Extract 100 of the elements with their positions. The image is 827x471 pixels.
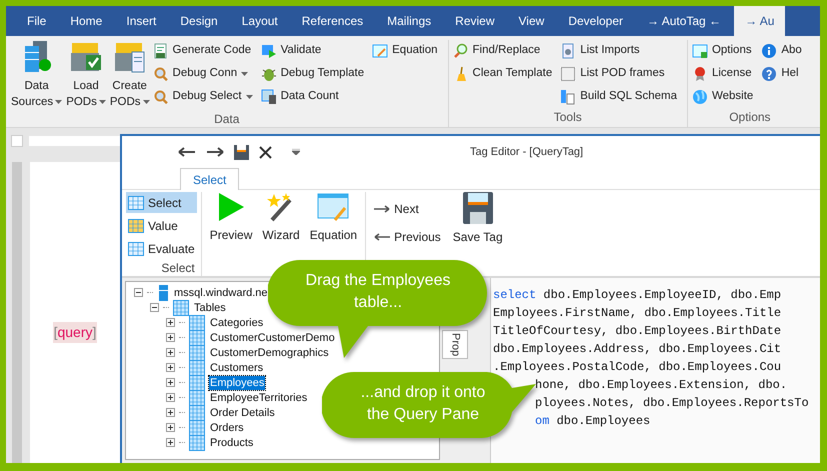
bug-icon	[260, 66, 277, 82]
expand-icon[interactable]	[166, 363, 175, 372]
code-line: TitleOfCourtesy, dbo.Employees.BirthDate	[493, 323, 782, 340]
back-arrow-icon[interactable]	[178, 147, 196, 157]
menu-tab[interactable]: File	[16, 6, 58, 36]
group-label: Select	[161, 260, 196, 277]
ribbon-button[interactable]: Generate Code	[152, 40, 253, 62]
close-icon[interactable]	[259, 146, 272, 158]
customize-caret-icon[interactable]	[292, 149, 300, 155]
expand-icon[interactable]	[166, 438, 175, 447]
menu-tab[interactable]: Developer	[557, 6, 634, 36]
tag-type-button[interactable]: Select	[126, 192, 197, 213]
expand-icon[interactable]	[166, 408, 175, 417]
callout-text: Drag the Employees table...	[304, 271, 452, 313]
menu-tab[interactable]: View	[508, 6, 556, 36]
tag-type-button[interactable]: Value	[126, 215, 197, 236]
tree-item[interactable]: CustomerDemographics	[209, 346, 330, 360]
ribbon-large-button[interactable]: Preview	[210, 192, 252, 248]
group-label: Tools	[554, 109, 582, 126]
forward-arrow-icon[interactable]	[206, 147, 224, 157]
expand-icon[interactable]	[166, 378, 175, 387]
side-tab[interactable]: Prop	[442, 330, 468, 360]
ribbon-button[interactable]: List POD frames	[560, 63, 677, 85]
expand-icon[interactable]	[166, 423, 175, 432]
ribbon-button[interactable]: Options	[692, 40, 754, 62]
ribbon-tab[interactable]: Select	[180, 168, 240, 190]
nav-button[interactable]: Previous	[374, 228, 441, 246]
tree-item[interactable]: EmployeeTerritories	[209, 390, 308, 404]
expand-icon[interactable]	[166, 333, 175, 342]
ribbon-button[interactable]: Build SQL Schema	[560, 86, 677, 108]
collapse-icon[interactable]	[134, 288, 143, 297]
table-icon	[189, 330, 205, 346]
query-field: [query]	[52, 322, 98, 343]
code-line: Employees.FirstName, dbo.Employees.Title	[493, 305, 782, 322]
ribbon-button[interactable]: Debug Conn	[152, 63, 253, 85]
tree-item[interactable]: Tables	[193, 300, 227, 314]
ribbon-button[interactable]: Website	[692, 86, 754, 108]
tree-item[interactable]: CustomerCustomerDemo	[209, 330, 336, 344]
window-pencil-icon	[317, 192, 350, 222]
table-icon	[128, 242, 144, 256]
tree-item[interactable]: mssql.windward.ne	[173, 286, 269, 300]
ribbon-button[interactable]: Abo	[761, 40, 802, 62]
save-icon[interactable]	[234, 144, 249, 160]
collapse-icon[interactable]	[150, 303, 159, 312]
code-line: om dbo.Employees	[535, 413, 650, 430]
menu-tab[interactable]: Layout	[230, 6, 289, 36]
ribbon-button[interactable]: Data Count	[260, 86, 364, 108]
group-label: Data	[214, 111, 240, 128]
expand-icon[interactable]	[166, 393, 175, 402]
table-icon	[128, 196, 144, 210]
tree-item[interactable]: Orders	[209, 420, 245, 434]
tree-item[interactable]: Employees	[209, 376, 266, 390]
ribbon-large-button[interactable]: Wizard	[262, 192, 300, 248]
ribbon-button[interactable]: List Imports	[560, 40, 677, 62]
tree-item[interactable]: Customers	[209, 360, 264, 374]
ribbon-large-button[interactable]: Load PODs	[65, 40, 107, 110]
table-icon	[189, 404, 205, 420]
ribbon-button[interactable]: Debug Select	[152, 86, 253, 108]
right-arrow-icon	[374, 205, 390, 213]
window-pencil-icon	[372, 43, 388, 59]
validate-icon	[260, 43, 277, 59]
table-icon	[189, 374, 205, 390]
server-icon	[157, 284, 169, 300]
tree-item[interactable]: Products	[209, 436, 254, 450]
ribbon-large-button[interactable]: Create PODs	[108, 40, 151, 110]
table-icon	[189, 360, 205, 376]
menu-tab[interactable]: → AutoTag ←	[636, 6, 732, 36]
tree-item[interactable]: Categories	[209, 316, 264, 330]
menu-tab[interactable]: Review	[444, 6, 506, 36]
ribbon-button[interactable]: License	[692, 63, 754, 85]
menu-tab[interactable]: → Au	[734, 6, 786, 36]
menu-tab[interactable]: Insert	[115, 6, 168, 36]
ribbon-button[interactable]: Hel	[761, 63, 802, 85]
ribbon-button[interactable]: Validate	[260, 40, 364, 62]
table-icon	[189, 344, 205, 360]
folder-document-icon	[112, 40, 147, 74]
expand-icon[interactable]	[166, 348, 175, 357]
table-icon	[260, 89, 277, 105]
ribbon-button[interactable]: Find/Replace	[452, 40, 552, 62]
ribbon-button[interactable]: Equation	[372, 40, 438, 62]
schema-icon	[560, 89, 576, 105]
table-icon	[189, 434, 205, 450]
nav-button[interactable]: Next	[374, 200, 441, 218]
ribbon-large-button[interactable]: Equation	[310, 192, 358, 248]
ribbon-large-button[interactable]: Data Sources	[10, 40, 64, 110]
globe-icon	[692, 89, 708, 105]
tag-type-button[interactable]: Evaluate	[126, 238, 197, 259]
ribbon-button[interactable]: Clean Template	[452, 63, 552, 85]
help-icon	[761, 66, 778, 82]
menu-tab[interactable]: References	[290, 6, 374, 36]
code-line: ployees.Notes, dbo.Employees.ReportsTo	[535, 395, 809, 412]
menu-tab[interactable]: Design	[169, 6, 229, 36]
menu-tab[interactable]: Home	[59, 6, 114, 36]
ribbon-button[interactable]: Debug Template	[260, 63, 364, 85]
tree-item[interactable]: Order Details	[209, 406, 276, 420]
info-icon	[761, 43, 778, 59]
expand-icon[interactable]	[166, 318, 175, 327]
table-icon	[189, 390, 205, 406]
save-tag-button[interactable]: Save Tag	[448, 192, 507, 248]
menu-tab[interactable]: Mailings	[376, 6, 442, 36]
